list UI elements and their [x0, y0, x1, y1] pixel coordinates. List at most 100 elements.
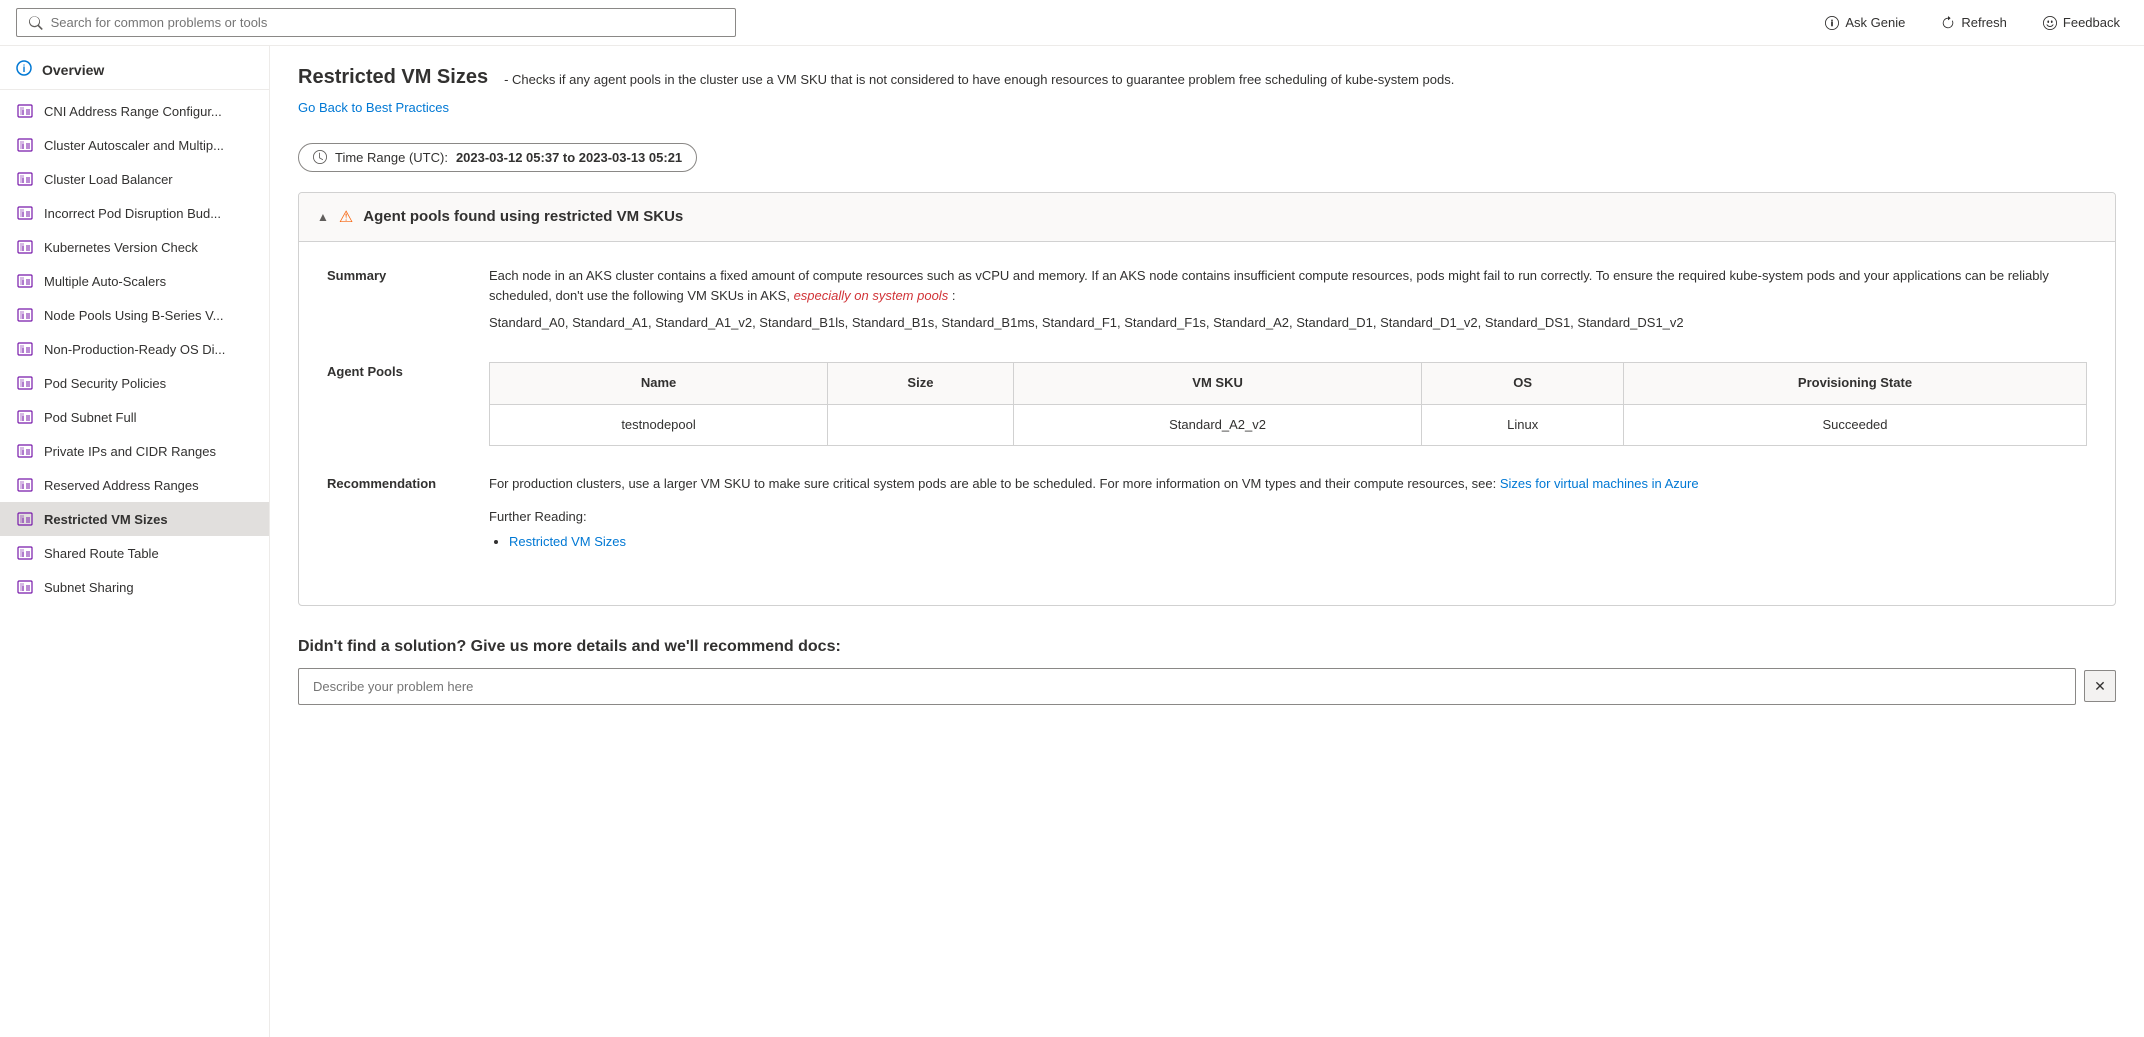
page-header: Restricted VM Sizes - Checks if any agen…	[298, 66, 2116, 127]
ask-genie-button[interactable]: Ask Genie	[1817, 11, 1913, 34]
sidebar-item-label: Incorrect Pod Disruption Bud...	[44, 206, 221, 221]
time-range-value: 2023-03-12 05:37 to 2023-03-13 05:21	[456, 150, 682, 165]
main-layout: i Overview CNI Address Range Configur...…	[0, 46, 2144, 1037]
summary-text-2: :	[952, 288, 956, 303]
sidebar-item-node-pools[interactable]: Node Pools Using B-Series V...	[0, 298, 269, 332]
sku-list: Standard_A0, Standard_A1, Standard_A1_v2…	[489, 313, 2087, 334]
sidebar-item-label: CNI Address Range Configur...	[44, 104, 222, 119]
sidebar-item-label: Subnet Sharing	[44, 580, 134, 595]
clear-input-button[interactable]: ✕	[2084, 670, 2116, 702]
recommendation-section: Recommendation For production clusters, …	[327, 474, 2087, 552]
page-description: - Checks if any agent pools in the clust…	[504, 66, 2116, 90]
sidebar-item-pod-subnet[interactable]: Pod Subnet Full	[0, 400, 269, 434]
clock-icon	[313, 150, 327, 164]
table-row: testnodepoolStandard_A2_v2LinuxSucceeded	[490, 404, 2087, 446]
warning-title: Agent pools found using restricted VM SK…	[363, 208, 683, 225]
warning-card-body: Summary Each node in an AKS cluster cont…	[299, 242, 2115, 605]
ask-genie-label: Ask Genie	[1845, 15, 1905, 30]
page-title: Restricted VM Sizes	[298, 66, 488, 89]
sidebar-item-shared-route[interactable]: Shared Route Table	[0, 536, 269, 570]
search-input[interactable]	[51, 15, 723, 30]
bottom-section: Didn't find a solution? Give us more det…	[298, 638, 2116, 729]
further-reading-label: Further Reading:	[489, 507, 2087, 528]
bottom-title: Didn't find a solution? Give us more det…	[298, 638, 2116, 656]
sidebar-item-multi-autoscalers[interactable]: Multiple Auto-Scalers	[0, 264, 269, 298]
sidebar: i Overview CNI Address Range Configur...…	[0, 46, 270, 1037]
col-size: Size	[828, 362, 1014, 404]
sidebar-item-label: Cluster Load Balancer	[44, 172, 173, 187]
sidebar-item-restricted-vm[interactable]: Restricted VM Sizes	[0, 502, 269, 536]
problem-input[interactable]	[298, 668, 2076, 705]
summary-text-1: Each node in an AKS cluster contains a f…	[489, 268, 2049, 304]
topbar-actions: Ask Genie Refresh Feedback	[1817, 11, 2128, 34]
table-header-row: Name Size VM SKU OS Provisioning State	[490, 362, 2087, 404]
warning-icon: ⚠	[339, 207, 353, 227]
search-icon	[29, 16, 43, 30]
sidebar-icon-pod-subnet	[16, 408, 34, 426]
overview-icon: i	[16, 60, 32, 79]
sidebar-icon-load-balancer	[16, 170, 34, 188]
sidebar-overview-label: Overview	[42, 62, 104, 78]
agent-pools-label: Agent Pools	[327, 362, 457, 447]
sidebar-item-subnet-sharing[interactable]: Subnet Sharing	[0, 570, 269, 604]
back-to-best-practices-link[interactable]: Go Back to Best Practices	[298, 100, 449, 115]
sidebar-item-label: Kubernetes Version Check	[44, 240, 198, 255]
sidebar-icon-shared-route	[16, 544, 34, 562]
sidebar-item-pod-disruption[interactable]: Incorrect Pod Disruption Bud...	[0, 196, 269, 230]
summary-section: Summary Each node in an AKS cluster cont…	[327, 266, 2087, 334]
sidebar-item-label: Non-Production-Ready OS Di...	[44, 342, 225, 357]
sidebar-icon-private-ips	[16, 442, 34, 460]
sidebar-icon-cni	[16, 102, 34, 120]
sidebar-icon-subnet-sharing	[16, 578, 34, 596]
agent-pools-section: Agent Pools Name Size VM SKU OS Provisio…	[327, 362, 2087, 447]
sidebar-item-label: Restricted VM Sizes	[44, 512, 168, 527]
topbar: Ask Genie Refresh Feedback	[0, 0, 2144, 46]
refresh-button[interactable]: Refresh	[1933, 11, 2015, 34]
table-cell-provisioning_state: Succeeded	[1623, 404, 2086, 446]
sidebar-item-private-ips[interactable]: Private IPs and CIDR Ranges	[0, 434, 269, 468]
sidebar-item-cni[interactable]: CNI Address Range Configur...	[0, 94, 269, 128]
sidebar-icon-pod-security	[16, 374, 34, 392]
restricted-vm-sizes-link[interactable]: Restricted VM Sizes	[509, 534, 626, 549]
time-range-label: Time Range (UTC):	[335, 150, 448, 165]
recommendation-text: For production clusters, use a larger VM…	[489, 476, 1496, 491]
genie-icon	[1825, 16, 1839, 30]
sidebar-item-reserved-addr[interactable]: Reserved Address Ranges	[0, 468, 269, 502]
sidebar-icon-pod-disruption	[16, 204, 34, 222]
recommendation-content: For production clusters, use a larger VM…	[489, 474, 2087, 552]
feedback-icon	[2043, 16, 2057, 30]
col-os: OS	[1422, 362, 1624, 404]
sidebar-icon-reserved-addr	[16, 476, 34, 494]
sidebar-item-label: Shared Route Table	[44, 546, 159, 561]
table-cell-vm_sku: Standard_A2_v2	[1013, 404, 1422, 446]
sidebar-item-label: Pod Security Policies	[44, 376, 166, 391]
sidebar-overview[interactable]: i Overview	[0, 50, 269, 90]
search-box[interactable]	[16, 8, 736, 37]
feedback-button[interactable]: Feedback	[2035, 11, 2128, 34]
sidebar-item-pod-security[interactable]: Pod Security Policies	[0, 366, 269, 400]
summary-content: Each node in an AKS cluster contains a f…	[489, 266, 2087, 334]
sidebar-item-label: Multiple Auto-Scalers	[44, 274, 166, 289]
sidebar-item-k8s-version[interactable]: Kubernetes Version Check	[0, 230, 269, 264]
sidebar-item-label: Reserved Address Ranges	[44, 478, 199, 493]
feedback-label: Feedback	[2063, 15, 2120, 30]
sidebar-item-load-balancer[interactable]: Cluster Load Balancer	[0, 162, 269, 196]
sidebar-icon-k8s-version	[16, 238, 34, 256]
time-range-badge[interactable]: Time Range (UTC): 2023-03-12 05:37 to 20…	[298, 143, 697, 172]
sidebar-icon-multi-autoscalers	[16, 272, 34, 290]
sidebar-item-label: Cluster Autoscaler and Multip...	[44, 138, 224, 153]
sidebar-item-non-prod-os[interactable]: Non-Production-Ready OS Di...	[0, 332, 269, 366]
warning-card-header[interactable]: ▲ ⚠ Agent pools found using restricted V…	[299, 193, 2115, 242]
collapse-icon[interactable]: ▲	[317, 210, 329, 224]
sidebar-icon-non-prod-os	[16, 340, 34, 358]
sidebar-item-autoscaler[interactable]: Cluster Autoscaler and Multip...	[0, 128, 269, 162]
sidebar-item-label: Node Pools Using B-Series V...	[44, 308, 223, 323]
summary-label: Summary	[327, 266, 457, 334]
refresh-label: Refresh	[1961, 15, 2007, 30]
vm-sizes-link[interactable]: Sizes for virtual machines in Azure	[1500, 476, 1699, 491]
recommendation-label: Recommendation	[327, 474, 457, 552]
problem-input-row: ✕	[298, 668, 2116, 705]
warning-card: ▲ ⚠ Agent pools found using restricted V…	[298, 192, 2116, 606]
further-reading: Further Reading: Restricted VM Sizes	[489, 507, 2087, 553]
col-name: Name	[490, 362, 828, 404]
